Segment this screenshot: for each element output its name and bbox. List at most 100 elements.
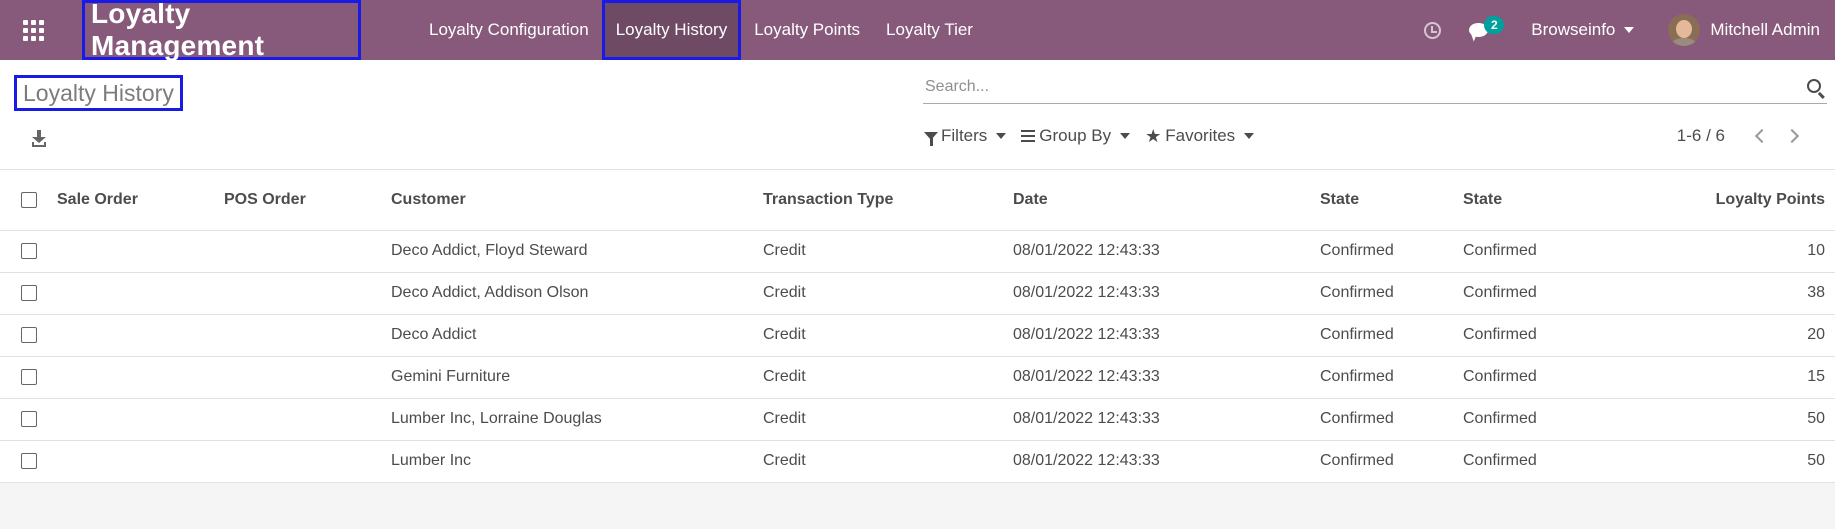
menu-loyalty-tier[interactable]: Loyalty Tier xyxy=(873,0,986,60)
download-icon xyxy=(32,130,46,143)
cell-transaction-type: Credit xyxy=(763,230,1013,273)
filters-button[interactable]: Filters xyxy=(924,126,1007,146)
table-row[interactable]: Deco Addict, Floyd Steward Credit 08/01/… xyxy=(0,230,1835,273)
caret-down-icon xyxy=(996,133,1007,139)
cell-pos-order xyxy=(224,230,391,273)
cell-state: Confirmed xyxy=(1320,356,1463,399)
search-icon[interactable] xyxy=(1807,79,1821,93)
col-transaction-type[interactable]: Transaction Type xyxy=(763,170,1013,231)
table-row[interactable]: Deco Addict, Addison Olson Credit 08/01/… xyxy=(0,272,1835,315)
table-header-row: Sale Order POS Order Customer Transactio… xyxy=(0,170,1835,231)
chat-count-badge: 2 xyxy=(1484,16,1505,34)
cell-customer: Lumber Inc, Lorraine Douglas xyxy=(391,398,763,441)
grid-icon xyxy=(22,19,44,41)
search-input[interactable] xyxy=(923,72,1783,102)
row-checkbox[interactable] xyxy=(21,368,37,385)
cell-pos-order xyxy=(224,398,391,441)
caret-down-icon xyxy=(1624,27,1635,33)
row-checkbox[interactable] xyxy=(21,452,37,469)
cell-transaction-type: Credit xyxy=(763,440,1013,483)
cell-state-2: Confirmed xyxy=(1463,398,1643,441)
pager-value[interactable]: 1-6 / 6 xyxy=(1677,126,1725,146)
menu-loyalty-configuration[interactable]: Loyalty Configuration xyxy=(416,0,602,60)
cell-date: 08/01/2022 12:43:33 xyxy=(1013,314,1320,357)
cell-state: Confirmed xyxy=(1320,440,1463,483)
menu-loyalty-history[interactable]: Loyalty History xyxy=(601,0,742,60)
star-icon: ★ xyxy=(1145,126,1162,146)
col-sale-order[interactable]: Sale Order xyxy=(57,170,224,231)
filter-icon xyxy=(924,132,938,146)
caret-down-icon xyxy=(1244,133,1255,139)
cell-pos-order xyxy=(224,356,391,399)
cell-sale-order xyxy=(57,440,224,483)
activity-clock-icon[interactable] xyxy=(1424,21,1442,39)
loyalty-history-table: Sale Order POS Order Customer Transactio… xyxy=(0,170,1835,483)
cell-state-2: Confirmed xyxy=(1463,356,1643,399)
export-button[interactable] xyxy=(30,128,54,152)
app-title[interactable]: Loyalty Management xyxy=(82,0,361,61)
table-row[interactable]: Lumber Inc, Lorraine Douglas Credit 08/0… xyxy=(0,398,1835,441)
chevron-right-icon[interactable] xyxy=(1784,128,1800,144)
col-pos-order[interactable]: POS Order xyxy=(224,170,391,231)
cell-customer: Deco Addict, Floyd Steward xyxy=(391,230,763,273)
cell-loyalty-points: 38 xyxy=(1643,272,1835,315)
pager: 1-6 / 6 xyxy=(1677,126,1807,146)
company-name: Browseinfo xyxy=(1531,20,1616,39)
avatar xyxy=(1668,14,1701,46)
cell-pos-order xyxy=(224,272,391,315)
search-bar xyxy=(923,72,1827,104)
row-checkbox[interactable] xyxy=(21,410,37,427)
cell-transaction-type: Credit xyxy=(763,314,1013,357)
cell-state-2: Confirmed xyxy=(1463,230,1643,273)
cell-loyalty-points: 15 xyxy=(1643,356,1835,399)
table-row[interactable]: Deco Addict Credit 08/01/2022 12:43:33 C… xyxy=(0,314,1835,357)
col-state-2[interactable]: State xyxy=(1463,170,1643,231)
systray: 2 Browseinfo Mitchell Admin xyxy=(1424,0,1835,60)
caret-down-icon xyxy=(1120,133,1131,139)
col-date[interactable]: Date xyxy=(1013,170,1320,231)
cell-state-2: Confirmed xyxy=(1463,440,1643,483)
company-switcher[interactable]: Browseinfo xyxy=(1531,20,1635,40)
menu-loyalty-points[interactable]: Loyalty Points xyxy=(741,0,873,60)
chevron-left-icon[interactable] xyxy=(1754,128,1770,144)
cell-state: Confirmed xyxy=(1320,314,1463,357)
cell-pos-order xyxy=(224,314,391,357)
col-state[interactable]: State xyxy=(1320,170,1463,231)
row-checkbox[interactable] xyxy=(21,326,37,343)
cell-sale-order xyxy=(57,230,224,273)
messaging-button[interactable]: 2 xyxy=(1469,16,1505,40)
cell-customer: Lumber Inc xyxy=(391,440,763,483)
cell-loyalty-points: 50 xyxy=(1643,398,1835,441)
table-row[interactable]: Gemini Furniture Credit 08/01/2022 12:43… xyxy=(0,356,1835,399)
col-loyalty-points[interactable]: Loyalty Points xyxy=(1643,170,1835,231)
select-all-checkbox[interactable] xyxy=(21,191,37,208)
cell-customer: Deco Addict xyxy=(391,314,763,357)
cell-state-2: Confirmed xyxy=(1463,272,1643,315)
top-navbar: Loyalty Management Loyalty Configuration… xyxy=(0,0,1835,61)
cell-sale-order xyxy=(57,356,224,399)
row-checkbox[interactable] xyxy=(21,242,37,259)
main-menu: Loyalty Configuration Loyalty History Lo… xyxy=(416,0,986,60)
cell-state: Confirmed xyxy=(1320,272,1463,315)
cell-customer: Deco Addict, Addison Olson xyxy=(391,272,763,315)
cell-customer: Gemini Furniture xyxy=(391,356,763,399)
cell-date: 08/01/2022 12:43:33 xyxy=(1013,272,1320,315)
cell-date: 08/01/2022 12:43:33 xyxy=(1013,356,1320,399)
group-by-button[interactable]: Group By xyxy=(1021,126,1131,146)
cell-sale-order xyxy=(57,314,224,357)
cell-sale-order xyxy=(57,272,224,315)
favorites-button[interactable]: ★ Favorites xyxy=(1145,126,1255,146)
col-customer[interactable]: Customer xyxy=(391,170,763,231)
bars-icon xyxy=(1021,130,1036,142)
table-row[interactable]: Lumber Inc Credit 08/01/2022 12:43:33 Co… xyxy=(0,440,1835,483)
user-menu[interactable]: Mitchell Admin xyxy=(1668,14,1820,46)
cell-date: 08/01/2022 12:43:33 xyxy=(1013,398,1320,441)
cell-transaction-type: Credit xyxy=(763,272,1013,315)
cell-transaction-type: Credit xyxy=(763,398,1013,441)
apps-menu-button[interactable] xyxy=(0,0,66,60)
cell-date: 08/01/2022 12:43:33 xyxy=(1013,440,1320,483)
row-checkbox[interactable] xyxy=(21,284,37,301)
cell-sale-order xyxy=(57,398,224,441)
search-options: Filters Group By ★ Favorites xyxy=(924,126,1269,146)
cell-loyalty-points: 20 xyxy=(1643,314,1835,357)
